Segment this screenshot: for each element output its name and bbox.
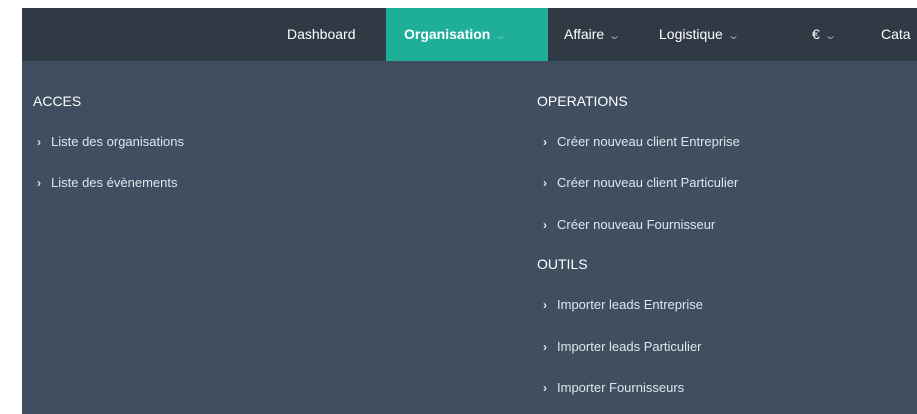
menu-item-label: Créer nouveau Fournisseur bbox=[557, 217, 716, 232]
app-frame: Dashboard Organisation ⌄ Affaire ⌄ Logisti… bbox=[22, 8, 917, 414]
menu-item-creer-client-entreprise[interactable]: › Créer nouveau client Entreprise bbox=[543, 134, 740, 149]
menu-item-importer-leads-particulier[interactable]: › Importer leads Particulier bbox=[543, 339, 702, 354]
nav-item-logistique[interactable]: Logistique ⌄ bbox=[659, 8, 740, 61]
chevron-right-icon: › bbox=[543, 218, 547, 232]
menu-item-importer-leads-entreprise[interactable]: › Importer leads Entreprise bbox=[543, 297, 703, 312]
nav-item-euro[interactable]: € ⌄ bbox=[812, 8, 837, 61]
section-title-operations: OPERATIONS bbox=[537, 93, 628, 109]
chevron-right-icon: › bbox=[543, 381, 547, 395]
chevron-right-icon: › bbox=[543, 340, 547, 354]
menu-item-liste-evenements[interactable]: › Liste des évènements bbox=[37, 175, 177, 190]
chevron-down-icon: ⌄ bbox=[726, 30, 740, 42]
chevron-right-icon: › bbox=[543, 176, 547, 190]
chevron-right-icon: › bbox=[37, 176, 41, 190]
nav-item-affaire[interactable]: Affaire ⌄ bbox=[564, 8, 622, 61]
menu-item-label: Importer leads Entreprise bbox=[557, 297, 703, 312]
section-title-acces: ACCES bbox=[33, 93, 82, 109]
nav-item-label: € bbox=[812, 26, 820, 42]
menu-item-creer-client-particulier[interactable]: › Créer nouveau client Particulier bbox=[543, 175, 738, 190]
nav-item-label: Organisation bbox=[404, 26, 491, 42]
chevron-right-icon: › bbox=[543, 298, 547, 312]
menu-item-label: Liste des organisations bbox=[51, 134, 184, 149]
menu-item-label: Importer leads Particulier bbox=[557, 339, 702, 354]
nav-item-cata[interactable]: Cata bbox=[881, 8, 911, 61]
chevron-right-icon: › bbox=[543, 135, 547, 149]
menu-item-label: Créer nouveau client Entreprise bbox=[557, 134, 740, 149]
menu-item-importer-fournisseurs[interactable]: › Importer Fournisseurs bbox=[543, 380, 684, 395]
menu-item-creer-fournisseur[interactable]: › Créer nouveau Fournisseur bbox=[543, 217, 715, 232]
top-navbar: Dashboard Organisation ⌄ Affaire ⌄ Logisti… bbox=[22, 8, 917, 61]
nav-item-label: Dashboard bbox=[287, 26, 356, 42]
chevron-down-icon: ⌄ bbox=[494, 30, 508, 42]
nav-item-label: Affaire bbox=[564, 26, 605, 42]
chevron-down-icon: ⌄ bbox=[608, 30, 622, 42]
menu-item-label: Créer nouveau client Particulier bbox=[557, 175, 739, 190]
chevron-down-icon: ⌄ bbox=[823, 30, 837, 42]
nav-item-label: Logistique bbox=[659, 26, 723, 42]
chevron-right-icon: › bbox=[37, 135, 41, 149]
menu-item-label: Liste des évènements bbox=[51, 175, 178, 190]
organisation-dropdown-menu: ACCES › Liste des organisations › Liste de… bbox=[22, 61, 917, 414]
nav-item-organisation[interactable]: Organisation ⌄ bbox=[386, 8, 548, 61]
menu-item-liste-organisations[interactable]: › Liste des organisations bbox=[37, 134, 184, 149]
menu-item-label: Importer Fournisseurs bbox=[557, 380, 685, 395]
nav-item-dashboard[interactable]: Dashboard bbox=[287, 8, 356, 61]
nav-item-label: Cata bbox=[881, 26, 911, 42]
section-title-outils: OUTILS bbox=[537, 256, 588, 272]
